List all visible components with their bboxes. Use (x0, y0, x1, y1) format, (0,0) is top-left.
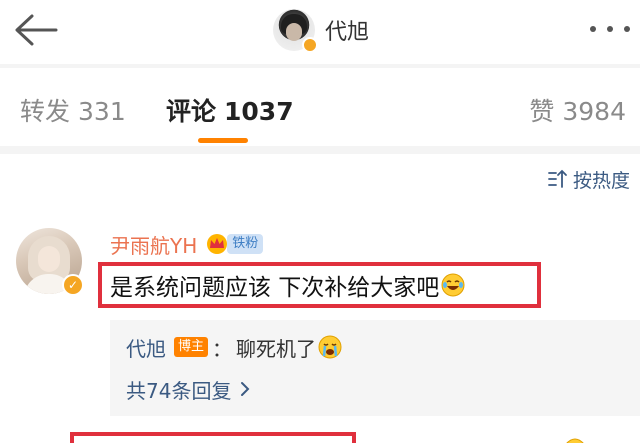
tab-repost-count: 331 (78, 97, 126, 126)
chevron-right-icon (241, 382, 250, 396)
view-replies-link[interactable]: 共74条回复 (126, 375, 251, 403)
reply-author[interactable]: 代旭 (126, 333, 166, 362)
cropped-emoji-icon (566, 438, 584, 443)
fan-badge: 铁粉 (227, 234, 264, 254)
reply-colon: ： (212, 336, 233, 361)
tab-comment[interactable]: 评论 1037 (166, 92, 294, 128)
sort-button[interactable]: 按热度 (547, 166, 630, 192)
tab-repost[interactable]: 转发 331 (20, 92, 126, 128)
tab-repost-label: 转发 (20, 97, 71, 126)
tab-comment-label: 评论 (166, 97, 217, 126)
tab-like-label: 赞 (529, 97, 555, 126)
tab-comment-count: 1037 (224, 97, 294, 126)
reply-preview[interactable]: 代旭 博主 ： 聊死机了 共74条回复 (110, 320, 640, 416)
more-dots-icon[interactable] (590, 22, 630, 36)
sort-label: 按热度 (572, 169, 630, 192)
sort-icon (548, 169, 567, 188)
reply-item: 代旭 博主 ： 聊死机了 (126, 332, 342, 362)
post-author[interactable]: 代旭 (273, 9, 369, 53)
back-arrow-icon[interactable] (12, 12, 58, 48)
reply-count-label: 共74条回复 (126, 378, 232, 403)
author-avatar[interactable] (273, 9, 318, 53)
verified-badge-icon: ✓ (62, 274, 84, 296)
commenter-info: 尹雨航YH 铁粉 (110, 230, 264, 259)
active-tab-indicator (198, 138, 248, 143)
comment-text: 是系统问题应该 下次补给大家吧 (110, 268, 465, 302)
commenter-name[interactable]: 尹雨航YH (110, 230, 197, 259)
crown-icon (207, 234, 228, 254)
tab-bar: 转发 331 评论 1037 赞 3984 (0, 80, 640, 143)
tab-like-count: 3984 (562, 97, 626, 126)
tab-like[interactable]: 赞 3984 (529, 92, 626, 128)
reply-text: 聊死机了 (236, 336, 317, 361)
comment-body: 是系统问题应该 下次补给大家吧 (110, 275, 440, 301)
host-badge: 博主 (174, 337, 209, 357)
verified-badge-icon (302, 37, 318, 53)
top-bar: 代旭 (0, 0, 640, 64)
author-name[interactable]: 代旭 (325, 14, 369, 46)
divider (0, 64, 640, 68)
crying-emoji-icon (318, 335, 342, 359)
section-divider (0, 146, 640, 154)
highlight-box-next (70, 432, 356, 443)
laugh-cry-emoji-icon (441, 273, 465, 297)
